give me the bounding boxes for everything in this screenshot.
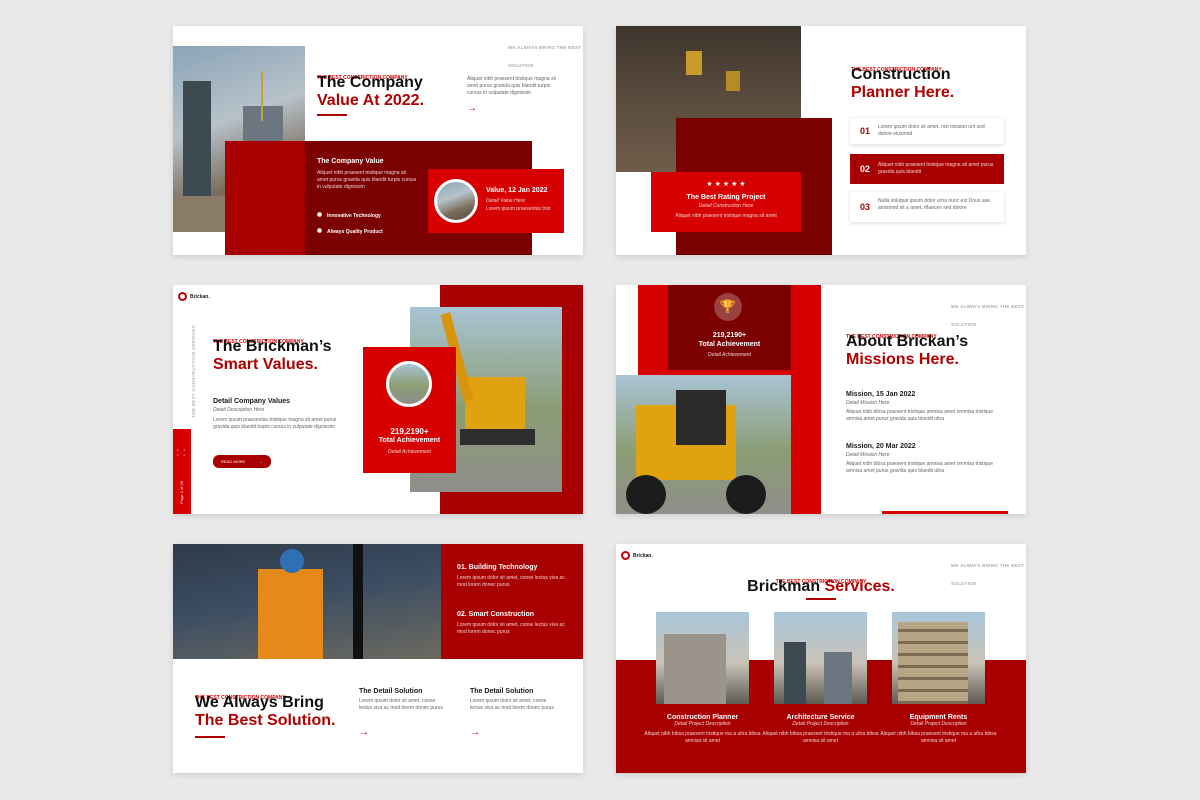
service-card[interactable]: Construction Planner Detail Project Desc…: [641, 714, 764, 745]
service-card[interactable]: Architecture Service Detail Project Desc…: [759, 714, 882, 745]
achievement-box: 🏆 219,2190+ Total Achievement Detail Ach…: [668, 285, 791, 370]
page-title: We Always Bring The Best Solution.: [195, 694, 336, 729]
solution-text: Lorem ipsum dolor sit amet, conse lectus…: [359, 698, 443, 711]
panel-text: Aliquet nibh praesent tristique magna si…: [317, 170, 417, 190]
logo-icon: [178, 292, 187, 301]
solution-text: Lorem ipsum dolor sit amet, conse lectus…: [470, 698, 554, 711]
solution-title: The Detail Solution: [359, 688, 423, 695]
top-tagline: WE ALWAYS BRING THE BEST SOLUTION: [951, 304, 1025, 327]
worker-photo: [173, 544, 443, 659]
worker-avatar: [434, 179, 478, 223]
page-title: About Brickan’s Missions Here.: [846, 333, 969, 368]
slide-best-solution[interactable]: 01. Building Technology Lorem ipsum dolo…: [173, 544, 583, 773]
panel-title: The Company Value: [317, 158, 384, 165]
detail-title: Detail Company Values: [213, 398, 291, 405]
page-title: The Company Value At 2022.: [317, 74, 425, 109]
bullet-item: Always Quality Product: [317, 220, 383, 238]
page-title: The Brickman’s Smart Values.: [213, 338, 332, 373]
mission-text: Aliquet nibh bibsa praesent tristique am…: [846, 409, 994, 422]
logo: Brickan.: [178, 292, 210, 301]
slide-smart-values[interactable]: Brickan. • • • • THE BEST CONSTRUCTION S…: [173, 285, 583, 514]
page-title: Construction Planner Here.: [851, 66, 955, 101]
planner-item-2[interactable]: 02 Aliquet nibh praesent tristique magna…: [850, 154, 1004, 184]
loader-photo: [616, 375, 791, 514]
logo: Brickan.: [621, 551, 653, 560]
slide-services[interactable]: Brickan. WE ALWAYS BRING THE BEST SOLUTI…: [616, 544, 1026, 773]
bullet-icon: [317, 228, 322, 233]
service-card[interactable]: Equipment Rents Detail Project Descripti…: [877, 714, 1000, 745]
trophy-icon: 🏆: [714, 293, 742, 321]
logo-icon: [621, 551, 630, 560]
detail-text: Lorem ipsum praesentas tristique magna s…: [213, 417, 337, 430]
slide-company-value[interactable]: THE BEST CONSTRICTION COMPANY The Compan…: [173, 26, 583, 255]
top-tagline: WE ALWAYS BRING THE BEST SOLUTION: [508, 45, 582, 68]
mission-title: Mission, 20 Mar 2022: [846, 443, 916, 450]
worker-avatar: [386, 361, 432, 407]
bullet-icon: [317, 212, 322, 217]
intro-text: Aliquet nibh praesent tristique magna si…: [467, 76, 556, 96]
arrow-right-icon[interactable]: →: [359, 728, 369, 738]
planner-item-1[interactable]: 01 Lorem ipsum dolor sit amet, nisl miss…: [850, 118, 1004, 144]
side-vertical-text: THE BEST CONSTRUCTION SERVICES: [191, 325, 196, 418]
slide-missions[interactable]: WE ALWAYS BRING THE BEST SOLUTION 🏆 219,…: [616, 285, 1026, 514]
mission-title: Mission, 15 Jan 2022: [846, 391, 916, 398]
solution-title: The Detail Solution: [470, 688, 534, 695]
slide-construction-planner[interactable]: ★ ★ ★ ★ ★ The Best Rating Project Detail…: [616, 26, 1026, 255]
rating-card: ★ ★ ★ ★ ★ The Best Rating Project Detail…: [651, 172, 801, 232]
planner-item-3[interactable]: 03 Nulla volutpat ipsum dolor urna nunc …: [850, 192, 1004, 222]
value-card: Value, 12 Jan 2022 Detail Value Here Lor…: [428, 169, 564, 233]
arrow-right-icon[interactable]: →: [467, 104, 477, 114]
service-photo-scaffold: [892, 612, 985, 704]
mission-text: Aliquet nibh bibsa praesent tristique am…: [846, 461, 994, 474]
service-photo-building: [656, 612, 749, 704]
achievement-card: 219,2190+ Total Achievement Detail Achie…: [363, 347, 456, 473]
page-title: Brickman Services.: [747, 578, 895, 595]
service-photo-tower: [774, 612, 867, 704]
arrow-right-icon[interactable]: →: [470, 728, 480, 738]
side-tab-label: Page 1 of 20: [179, 481, 184, 504]
features-panel: 01. Building Technology Lorem ipsum dolo…: [441, 544, 583, 659]
read-more-button[interactable]: READ MORE →: [213, 455, 271, 468]
star-rating-icons: ★ ★ ★ ★ ★: [706, 181, 746, 188]
